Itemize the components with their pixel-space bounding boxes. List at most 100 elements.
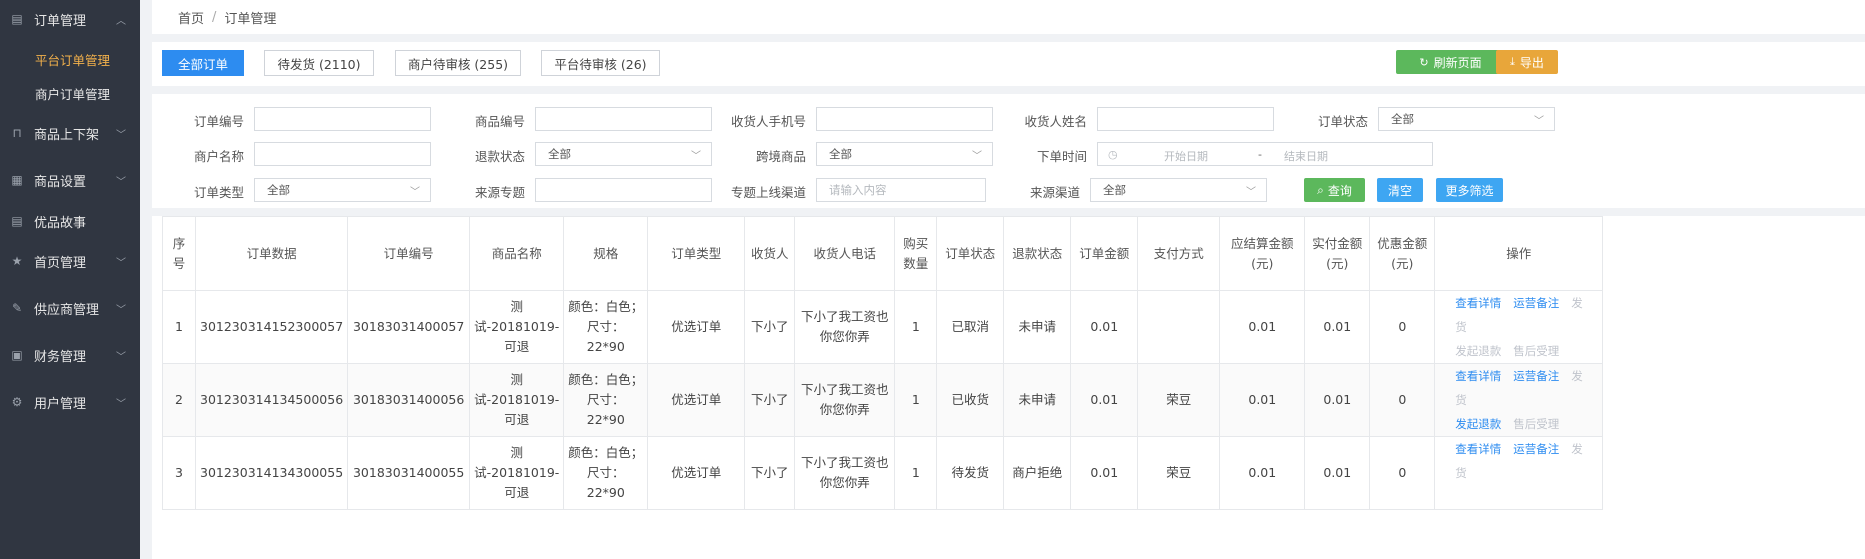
- order-type-select[interactable]: 全部 ﹀: [254, 178, 431, 202]
- cell-qty: 1: [894, 290, 938, 364]
- menu-goods-settings[interactable]: ▦ 商品设置 ﹀: [0, 168, 140, 192]
- cell-phone: 下小了我工资也你您你弄: [794, 363, 896, 437]
- source-topic-input[interactable]: [535, 178, 712, 202]
- ops-remark-link[interactable]: 运营备注: [1513, 369, 1559, 383]
- cell-amount: 0.01: [1070, 436, 1139, 510]
- cell-data: 301230314134500056: [194, 363, 349, 437]
- col-header: 收货人: [744, 216, 796, 291]
- col-header: 订单数据: [194, 216, 349, 291]
- export-button[interactable]: ⤓ 导出: [1496, 50, 1558, 74]
- view-details-link[interactable]: 查看详情: [1455, 442, 1501, 456]
- cell-pay: [1137, 290, 1221, 364]
- cell-pay: 荣豆: [1137, 363, 1221, 437]
- source-channel-value: 全部: [1103, 183, 1126, 197]
- order-status-value: 全部: [1391, 112, 1414, 126]
- col-header: 订单编号: [347, 216, 471, 291]
- goods-no-input[interactable]: [535, 107, 712, 131]
- ops-remark-link[interactable]: 运营备注: [1513, 442, 1559, 456]
- start-refund-link[interactable]: 发起退款: [1455, 417, 1501, 431]
- cross-border-select[interactable]: 全部 ﹀: [816, 142, 993, 166]
- menu-users[interactable]: ⚙ 用户管理 ﹀: [0, 390, 140, 414]
- col-header: 实付金额(元): [1304, 216, 1371, 291]
- cell-data: 301230314134300055: [194, 436, 349, 510]
- topic-channel-placeholder: 请输入内容: [829, 183, 887, 197]
- end-date-placeholder: 结束日期: [1284, 150, 1328, 163]
- refresh-label: 刷新页面: [1433, 55, 1482, 70]
- breadcrumb-home[interactable]: 首页: [178, 8, 204, 27]
- cell-goods: 测试-20181019-可退: [469, 436, 565, 510]
- view-details-link[interactable]: 查看详情: [1455, 369, 1501, 383]
- cell-paid: 0.01: [1304, 363, 1371, 437]
- receiver-name-input[interactable]: [1097, 107, 1274, 131]
- menu-home-management[interactable]: ★ 首页管理 ﹀: [0, 249, 140, 273]
- chevron-down-icon: ﹀: [116, 129, 126, 141]
- chevron-down-icon: ﹀: [116, 351, 126, 363]
- cross-border-label: 跨境商品: [755, 149, 806, 164]
- chevron-down-icon: ﹀: [972, 151, 982, 162]
- cell-order-no: 30183031400056: [347, 363, 471, 437]
- col-header: 支付方式: [1137, 216, 1221, 291]
- grid-icon: ▦: [11, 173, 23, 187]
- cell-settle: 0.01: [1219, 436, 1306, 510]
- tab-merchant-review[interactable]: 商户待审核 (255): [395, 50, 521, 76]
- cell-status: 待发货: [936, 436, 1005, 510]
- chevron-down-icon: ﹀: [116, 257, 126, 269]
- tab-platform-review[interactable]: 平台待审核 (26): [541, 50, 660, 76]
- cell-order-no: 30183031400057: [347, 290, 471, 364]
- col-header: 应结算金额(元): [1219, 216, 1306, 291]
- tab-pending-shipment[interactable]: 待发货 (2110): [264, 50, 374, 76]
- aftersale-link[interactable]: 售后受理: [1513, 344, 1559, 358]
- table-header-row: 序号 订单数据 订单编号 商品名称 规格 订单类型 收货人 收货人电话 购买数量…: [162, 216, 1604, 291]
- query-label: 查询: [1327, 183, 1352, 198]
- sidebar-item-platform-orders[interactable]: 平台订单管理: [35, 50, 110, 69]
- menu-finance[interactable]: ▣ 财务管理 ﹀: [0, 343, 140, 367]
- ops-remark-link[interactable]: 运营备注: [1513, 296, 1559, 310]
- cell-discount: 0: [1369, 436, 1436, 510]
- cell-goods: 测试-20181019-可退: [469, 363, 565, 437]
- receiver-phone-label: 收货人手机号: [730, 114, 806, 129]
- order-status-select[interactable]: 全部 ﹀: [1378, 107, 1555, 131]
- topic-channel-input[interactable]: 请输入内容: [816, 178, 986, 202]
- cell-spec: 颜色：白色；尺寸：22*90: [563, 290, 649, 364]
- query-button[interactable]: ⌕ 查询: [1304, 178, 1365, 202]
- receiver-phone-input[interactable]: [816, 107, 993, 131]
- cell-operations: 查看详情 运营备注 发货: [1434, 436, 1604, 510]
- user-gear-icon: ⚙: [11, 395, 23, 409]
- merchant-name-input[interactable]: [254, 142, 431, 166]
- col-header: 序号: [162, 216, 196, 291]
- menu-order-management[interactable]: ▤ 订单管理 ︿: [0, 7, 140, 31]
- cell-spec: 颜色：白色；尺寸：22*90: [563, 363, 649, 437]
- aftersale-link[interactable]: 售后受理: [1513, 417, 1559, 431]
- orders-table: 序号 订单数据 订单编号 商品名称 规格 订单类型 收货人 收货人电话 购买数量…: [162, 216, 1604, 510]
- chevron-down-icon: ﹀: [116, 304, 126, 316]
- col-header: 订单金额: [1070, 216, 1139, 291]
- order-no-input[interactable]: [254, 107, 431, 131]
- view-details-link[interactable]: 查看详情: [1455, 296, 1501, 310]
- menu-label: 优品故事: [34, 215, 87, 231]
- menu-supplier[interactable]: ✎ 供应商管理 ﹀: [0, 296, 140, 320]
- cell-amount: 0.01: [1070, 290, 1139, 364]
- start-date-placeholder: 开始日期: [1164, 150, 1208, 163]
- cell-qty: 1: [894, 363, 938, 437]
- source-channel-select[interactable]: 全部 ﹀: [1090, 178, 1267, 202]
- refresh-button[interactable]: ↻ 刷新页面: [1396, 50, 1505, 74]
- sidebar-item-merchant-orders[interactable]: 商户订单管理: [35, 84, 110, 103]
- menu-label: 商品设置: [34, 174, 87, 190]
- more-filters-button[interactable]: 更多筛选: [1436, 178, 1503, 202]
- cell-data: 301230314152300057: [194, 290, 349, 364]
- col-header: 购买数量: [894, 216, 938, 291]
- clear-button[interactable]: 清空: [1377, 178, 1423, 202]
- breadcrumb-separator: /: [212, 9, 217, 25]
- menu-stories[interactable]: ▤ 优品故事: [0, 209, 140, 233]
- menu-label: 财务管理: [34, 349, 87, 365]
- order-date-range[interactable]: ◷ 开始日期 - 结束日期: [1097, 142, 1433, 166]
- cell-type: 优选订单: [647, 290, 746, 364]
- refund-status-select[interactable]: 全部 ﹀: [535, 142, 712, 166]
- tab-all-orders[interactable]: 全部订单: [162, 50, 244, 76]
- start-refund-link[interactable]: 发起退款: [1455, 344, 1501, 358]
- order-icon: ▤: [11, 12, 23, 26]
- cell-idx: 3: [162, 436, 196, 510]
- bag-icon: ⊓: [12, 126, 22, 140]
- menu-goods-shelf[interactable]: ⊓ 商品上下架 ﹀: [0, 121, 140, 145]
- cell-amount: 0.01: [1070, 363, 1139, 437]
